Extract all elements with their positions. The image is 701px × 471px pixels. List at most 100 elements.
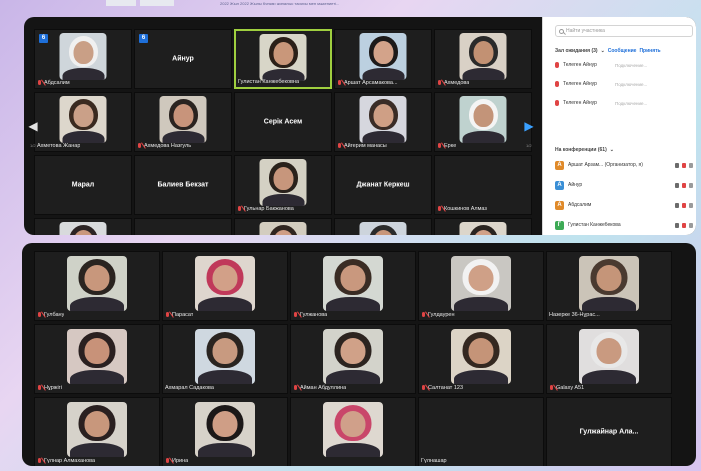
muted-mic-icon xyxy=(337,79,342,86)
video-feed xyxy=(459,33,507,81)
participant-video-tile[interactable]: Серік Асем xyxy=(234,92,332,152)
chevron-down-icon[interactable]: ⌄ xyxy=(610,147,614,153)
participant-label: Гулжанова xyxy=(293,310,327,319)
person-body xyxy=(70,369,124,385)
participant-name: Кошкинов Алмаз xyxy=(444,205,487,212)
connection-status: Подключение... xyxy=(615,62,648,68)
participant-list-item[interactable]: А Абдсалим xyxy=(555,199,696,211)
participant-label: Гулдаурен xyxy=(421,310,455,319)
participant-name: Ахметова Жанар xyxy=(37,142,81,149)
person-face xyxy=(212,338,238,365)
video-feed xyxy=(67,256,127,312)
participant-video-tile[interactable] xyxy=(290,397,416,466)
muted-mic-icon xyxy=(237,205,242,212)
video-feed xyxy=(195,256,255,312)
connection-status: Подключение... xyxy=(615,81,648,87)
search-input[interactable]: Найти участника xyxy=(555,25,693,37)
participant-video-tile[interactable] xyxy=(34,218,132,235)
participant-list-item[interactable]: Г Гулистан Канжебекова xyxy=(555,219,696,231)
previous-page-arrow-icon[interactable]: ◀ xyxy=(26,112,40,140)
in-meeting-label: На конференции (61) xyxy=(555,146,607,153)
participant-video-tile[interactable]: Айгерим манасы xyxy=(334,92,432,152)
participant-list-name: Абдсалим xyxy=(568,202,592,208)
participant-label: Гүлнар Алмаханова xyxy=(37,456,95,465)
video-feed xyxy=(579,256,639,312)
participant-label: Ахмедова Назгуль xyxy=(137,141,191,150)
participant-video-tile[interactable]: Назерке 36-Нұрас... xyxy=(546,251,672,321)
participant-video-tile[interactable]: Гулистан Канжебековна xyxy=(234,29,332,89)
participant-video-tile[interactable]: Ирина xyxy=(162,397,288,466)
participant-video-tile[interactable]: Гулжанова xyxy=(290,251,416,321)
participant-label: Парасат xyxy=(165,310,193,319)
participant-video-tile[interactable]: 6 Айнур xyxy=(134,29,232,89)
participant-video-tile[interactable]: Аршат Арсамакова... xyxy=(334,29,432,89)
camera-icon xyxy=(689,202,693,208)
avatar: А xyxy=(555,160,564,170)
video-feed xyxy=(323,402,383,458)
participant-name: Galaxy A51 xyxy=(556,384,585,391)
participant-name: Нұржігі xyxy=(44,384,62,391)
muted-mic-icon xyxy=(437,205,442,212)
participant-video-tile[interactable]: Ахмедова xyxy=(434,29,532,89)
message-all-link[interactable]: Сообщение xyxy=(608,48,637,54)
participant-video-tile[interactable]: Гулжайнар Ала... xyxy=(546,397,672,466)
person-body xyxy=(326,296,380,312)
participant-video-tile[interactable]: Гүлнар Алмаханова xyxy=(34,397,160,466)
admit-all-link[interactable]: Принять xyxy=(639,48,660,54)
participant-video-tile[interactable] xyxy=(134,218,232,235)
hand-icon xyxy=(675,222,679,228)
participant-video-tile[interactable]: Айман Абдуллина xyxy=(290,324,416,394)
video-feed xyxy=(259,222,307,235)
participant-video-tile[interactable]: Салтанат 123 xyxy=(418,324,544,394)
chevron-down-icon[interactable]: ⌄ xyxy=(601,48,605,54)
participant-video-tile[interactable]: Гулбану xyxy=(34,251,160,321)
participant-name: Айгерим манасы xyxy=(344,142,387,149)
person-body xyxy=(198,369,252,385)
person-face xyxy=(340,411,366,438)
participant-controls xyxy=(675,182,696,188)
reaction-badge: 6 xyxy=(39,34,48,43)
camera-icon xyxy=(689,182,693,188)
person-face xyxy=(468,265,494,292)
participant-video-tile[interactable]: Ерке xyxy=(434,92,532,152)
participant-video-tile[interactable] xyxy=(234,218,332,235)
participant-label: Galaxy A51 xyxy=(549,383,584,392)
participant-controls xyxy=(675,202,696,208)
waiting-room-item[interactable]: Телеген Айнур Подключение... xyxy=(555,97,696,109)
participant-video-tile[interactable]: Ахмарал Садакова xyxy=(162,324,288,394)
waiting-room-item[interactable]: Телеген Айнур Подключение... xyxy=(555,78,696,90)
participant-video-tile[interactable]: Джанат Керкеш xyxy=(334,155,432,215)
muted-mic-icon xyxy=(549,384,554,391)
person-face xyxy=(473,41,493,65)
video-feed xyxy=(323,256,383,312)
participant-video-tile[interactable]: 6 Абдсалим xyxy=(34,29,132,89)
participant-list-item[interactable]: А Аршат Арзам... (Организатор, я) xyxy=(555,159,696,171)
participant-list-item[interactable]: А Айнур xyxy=(555,179,696,191)
participant-video-tile[interactable]: Galaxy A51 xyxy=(546,324,672,394)
participant-label: Гулистан Канжебековна xyxy=(238,77,299,86)
person-face xyxy=(340,265,366,292)
waiting-participant-name: Телеген Айнур xyxy=(563,100,597,106)
waiting-room-header: Зал ожидания (3) ⌄ Сообщение Принять xyxy=(555,46,696,55)
person-face xyxy=(84,338,110,365)
participant-video-tile[interactable] xyxy=(334,218,432,235)
participant-video-tile[interactable]: Балиев Бекзат xyxy=(134,155,232,215)
next-page-arrow-icon[interactable]: ▶ xyxy=(522,112,536,140)
participant-label: Гульнар Бакжанова xyxy=(237,204,294,213)
meeting-window-top: 6 Абдсалим 6 Айнур Гулистан Канжебековна Арша… xyxy=(24,17,696,235)
waiting-room-item[interactable]: Телеген Айнур Подключение... xyxy=(555,59,696,71)
participant-video-tile[interactable]: Кошкинов Алмаз xyxy=(434,155,532,215)
participant-video-tile[interactable]: Гульнар Бакжанова xyxy=(234,155,332,215)
participant-video-tile[interactable]: Ахметова Жанар xyxy=(34,92,132,152)
participant-video-tile[interactable]: Гулдаурен xyxy=(418,251,544,321)
waiting-room-label: Зал ожидания (3) xyxy=(555,47,598,54)
participant-name-center: Айнур xyxy=(172,55,194,63)
person-body xyxy=(326,369,380,385)
participant-video-tile[interactable] xyxy=(434,218,532,235)
participant-video-tile[interactable]: Марал xyxy=(34,155,132,215)
participant-video-tile[interactable]: Гүлнашар xyxy=(418,397,544,466)
video-feed xyxy=(159,96,207,144)
participant-video-tile[interactable]: Ахмедова Назгуль xyxy=(134,92,232,152)
participant-video-tile[interactable]: Парасат xyxy=(162,251,288,321)
participant-video-tile[interactable]: Нұржігі xyxy=(34,324,160,394)
